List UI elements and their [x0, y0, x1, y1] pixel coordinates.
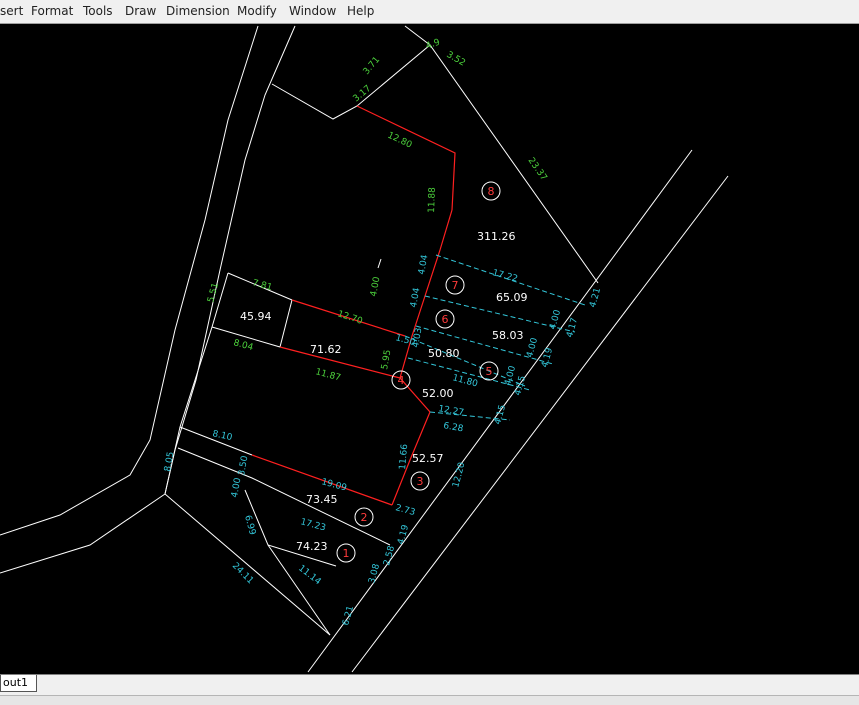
dim-cyan-3: 4.04: [409, 287, 422, 309]
dim-cyan-8: 4.21: [588, 287, 603, 309]
tab-layout1[interactable]: out1: [0, 675, 38, 692]
dim-cyan-22: 19.09: [320, 477, 348, 493]
svg-text:7: 7: [452, 279, 459, 292]
dim-cyan-19: 8.10: [211, 429, 233, 443]
dim-cyan-12: 4.15: [513, 375, 528, 397]
dim-cyan-27: 6.99: [242, 514, 257, 536]
dim-cyan-1: 17.22: [491, 268, 518, 284]
dim-green-9: 7.81: [251, 278, 273, 293]
area-lot4b: 52.00: [422, 387, 454, 400]
dim-green-4: 3.52: [445, 50, 467, 69]
dim-cyan-28: 24.11: [230, 561, 255, 586]
area-lot3: 52.57: [412, 452, 444, 465]
lot-marker-5[interactable]: 5: [479, 361, 499, 381]
menu-help[interactable]: Help: [347, 4, 374, 18]
menu-bar: sert Format Tools Draw Dimension Modify …: [0, 0, 859, 24]
dim-cyan-31: 2.58: [382, 545, 397, 567]
dim-cyan-16: 6.28: [442, 421, 464, 434]
boundary-lines: [0, 25, 729, 673]
area-lot6: 58.03: [492, 329, 524, 342]
short-line: [377, 258, 382, 269]
dim-green-10: 12.70: [336, 309, 364, 327]
dim-cyan-2: 4.04: [417, 254, 430, 276]
dim-cyan-20: 3.50: [237, 455, 250, 477]
svg-text:2: 2: [361, 511, 368, 524]
dim-cyan-23: 2.73: [394, 503, 416, 518]
svg-text:3: 3: [417, 475, 424, 488]
menu-window[interactable]: Window: [289, 4, 336, 18]
dim-green-5: 12.80: [386, 131, 414, 151]
dim-green-6: 11.88: [427, 187, 438, 213]
lot-marker-4[interactable]: 4: [391, 370, 411, 390]
area-labels: 311.26 65.09 58.03 50.80 45.94 71.62 52.…: [240, 230, 528, 553]
dim-green-12: 11.87: [314, 367, 341, 383]
dim-cyan-15: 4.15: [493, 404, 508, 426]
dim-green-13: 5.95: [380, 349, 393, 370]
dim-cyan-29: 11.14: [296, 563, 323, 587]
road-edge-left: [0, 25, 259, 536]
dim-green-7: 4.00: [369, 276, 382, 298]
menu-dimension[interactable]: Dimension: [166, 4, 230, 18]
menu-tools[interactable]: Tools: [83, 4, 113, 18]
dim-green-3: 4.9: [425, 37, 442, 51]
area-lot1: 74.23: [296, 540, 328, 553]
red-lot-lines: [251, 105, 456, 506]
area-lot2: 73.45: [306, 493, 338, 506]
lot-8-top: [271, 44, 599, 284]
area-lot7: 65.09: [496, 291, 528, 304]
menu-draw[interactable]: Draw: [125, 4, 156, 18]
dim-green-14: 23.37: [526, 156, 549, 183]
lot-line-13: [177, 447, 391, 546]
menu-format[interactable]: Format: [31, 4, 73, 18]
lot-marker-2[interactable]: 2: [354, 507, 374, 527]
svg-text:1: 1: [343, 547, 350, 560]
lot-marker-7[interactable]: 7: [445, 275, 465, 295]
dim-green-2: 3.71: [362, 55, 383, 77]
lot-line-11: [279, 299, 293, 348]
layout-tab-bar: out1: [0, 674, 859, 705]
dim-cyan-17: 11.66: [398, 443, 410, 470]
menu-insert[interactable]: sert: [0, 4, 23, 18]
area-lot4: 71.62: [310, 343, 342, 356]
area-lot8: 311.26: [477, 230, 516, 243]
dim-cyan-32: 6.21: [341, 605, 356, 627]
lot-marker-1[interactable]: 1: [336, 543, 356, 563]
svg-text:5: 5: [486, 365, 493, 378]
lot-marker-3[interactable]: 3: [410, 471, 430, 491]
lot-markers: 8 7 6 5 4 3 2 1: [336, 181, 501, 563]
svg-text:8: 8: [488, 185, 495, 198]
dim-cyan-14: 12.27: [437, 404, 464, 418]
dim-cyan-24: 4.00: [230, 477, 243, 499]
dim-cyan-11: 11.80: [451, 373, 479, 389]
svg-text:4: 4: [398, 374, 405, 387]
road-edge-right: [0, 25, 296, 574]
dim-green-8: 5.51: [206, 282, 221, 304]
drawing-canvas[interactable]: 8 7 6 5 4 3 2 1 311.26 65.09 58.03 50.80…: [0, 24, 859, 674]
dim-cyan-21: 8.05: [163, 451, 176, 472]
red-line-top: [356, 105, 456, 211]
dim-cyan-25: 17.23: [299, 517, 326, 533]
lot-marker-6[interactable]: 6: [435, 309, 455, 329]
dim-cyan-18: 12.20: [451, 461, 467, 489]
dim-cyan-10: 4.19: [540, 347, 555, 369]
horizontal-scrollbar[interactable]: [0, 695, 859, 705]
cyan-dimensions: 17.22 4.04 4.04 4.03 1.50 4.00 4.17 4.21…: [163, 254, 603, 627]
road-east-2: [351, 175, 729, 673]
area-lot5: 50.80: [428, 347, 460, 360]
area-lot9: 45.94: [240, 310, 272, 323]
menu-modify[interactable]: Modify: [237, 4, 277, 18]
dim-green-11: 8.04: [232, 338, 254, 353]
dim-cyan-9: 4.00: [525, 337, 540, 359]
lot-marker-8[interactable]: 8: [481, 181, 501, 201]
svg-text:6: 6: [442, 313, 449, 326]
